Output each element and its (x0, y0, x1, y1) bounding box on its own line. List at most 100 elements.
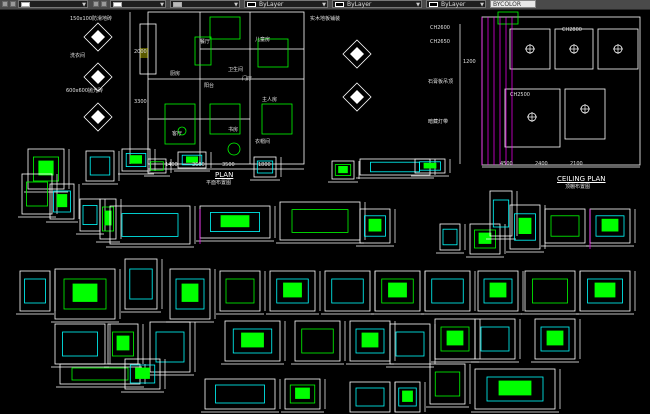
elevation-fill (181, 283, 199, 302)
plan-label: 客厅 (172, 131, 183, 137)
ceiling-label: CH2600 (430, 25, 450, 31)
plan-label: 衣帽间 (255, 139, 271, 145)
elevation-panel (395, 331, 425, 357)
ceiling-plan-subtitle: 顶棚布置图 (565, 184, 591, 190)
elevation-fill (402, 390, 413, 402)
ceiling-label: 石膏板吊顶 (428, 79, 454, 85)
dimension-text: 1200 (463, 59, 476, 65)
plan-label: 实木地板铺装 (310, 16, 341, 22)
elevation-panel (24, 278, 46, 304)
elevation-fill (283, 282, 302, 298)
linetype-dropdown[interactable]: ▼ (170, 0, 240, 8)
elevation-fill (56, 194, 68, 208)
dimension-text: 3300 (134, 99, 147, 105)
linetype-swatch-icon (247, 2, 256, 7)
tile-pattern-icon (91, 110, 105, 124)
layer-combo-1[interactable]: ByLayer ▼ (244, 0, 328, 8)
elevation-panel (355, 387, 385, 407)
plan-label: 主人房 (262, 97, 278, 103)
elevation-panel (291, 209, 349, 233)
dimension-text: 4500 (500, 161, 513, 167)
elevation-panel (26, 181, 48, 207)
chevron-down-icon: ▼ (160, 2, 164, 8)
plot-style-field[interactable]: BYCOLOR (490, 0, 536, 8)
elevation-fill (38, 160, 54, 176)
layer-combo-3-text: ByLayer (441, 1, 466, 8)
layer-dropdown[interactable]: ▼ (18, 0, 88, 8)
elevation-fill (129, 155, 142, 164)
elevation-panel (442, 228, 458, 246)
plant-icon (227, 142, 241, 156)
plan-label: 600x600抛光砖 (66, 88, 104, 94)
plan-label: 厨房 (170, 71, 181, 77)
color-dropdown[interactable]: ▼ (110, 0, 166, 8)
ceiling-label: CH2650 (430, 39, 450, 45)
ceiling-plan-title: CEILING PLAN (557, 175, 606, 183)
plan-label: 阳台 (204, 83, 215, 89)
layer-state-icon[interactable] (2, 1, 8, 7)
elevation-fill (478, 232, 492, 244)
plan-label: 卫生间 (228, 67, 244, 73)
chevron-down-icon: ▼ (322, 2, 326, 8)
layer-previous-icon[interactable] (101, 1, 107, 7)
make-current-icon[interactable] (93, 1, 99, 7)
elevation-panel (225, 278, 255, 304)
sofa-set (164, 103, 196, 145)
drawing-geometry (16, 11, 641, 413)
layer-freeze-icon[interactable] (10, 1, 16, 7)
elevation-panel (480, 326, 510, 352)
dimension-text: 1800 (258, 162, 271, 168)
elevation-panel (370, 161, 420, 173)
dimension-text: 2400 (535, 161, 548, 167)
elevation-fill (446, 330, 464, 346)
layer-color-swatch-icon (21, 2, 30, 7)
elevation-fill (388, 282, 407, 298)
elevation-panel (492, 199, 510, 228)
elevation-fill (72, 283, 98, 302)
linetype-swatch-icon (335, 2, 344, 7)
tile-pattern-icon (91, 30, 105, 44)
elevation-panel (550, 215, 580, 237)
elevation-fill (489, 282, 507, 298)
plan-label: 儿童房 (255, 37, 271, 43)
elevation-fill (220, 215, 250, 228)
tile-pattern-icon (91, 70, 105, 84)
elevation-panel (71, 367, 129, 381)
dimension-text: 2000 (134, 49, 147, 55)
plan-label: 书房 (228, 127, 239, 133)
tile-pattern-icon (350, 47, 364, 61)
elevation-panel (434, 371, 461, 397)
elevation-fill (518, 217, 532, 234)
chevron-down-icon: ▼ (480, 2, 484, 8)
lineweight-swatch-icon (429, 2, 438, 7)
elevation-panel (532, 278, 568, 304)
elevation-fill (546, 330, 564, 346)
elevation-panel (301, 328, 334, 354)
layer-combo-1-text: ByLayer (259, 1, 284, 8)
layer-combo-2[interactable]: ByLayer ▼ (332, 0, 422, 8)
chevron-down-icon: ▼ (82, 2, 86, 8)
layer-combo-2-text: ByLayer (347, 1, 372, 8)
ceiling-label: CH2800 (562, 27, 582, 33)
color-swatch-icon (113, 2, 122, 7)
plan-title: PLAN (215, 171, 234, 179)
elevation-panel (215, 384, 265, 404)
elevation-panel (62, 331, 98, 357)
elevation-fill (135, 367, 150, 379)
cad-drawing[interactable] (0, 9, 650, 414)
dimension-text: 3600 (192, 162, 205, 168)
elevation-fill (295, 387, 310, 399)
ceiling-label: CH2500 (510, 92, 530, 98)
chevron-down-icon: ▼ (416, 2, 420, 8)
elevation-fill (423, 162, 437, 169)
dimension-text: 1400 (165, 162, 178, 168)
bed (261, 103, 293, 135)
ceiling-balcony (497, 11, 519, 25)
dimension-text: 3500 (222, 162, 235, 168)
elevation-fill (601, 218, 619, 232)
elevation-fill (241, 332, 264, 348)
plot-style-text: BYCOLOR (493, 1, 522, 8)
ceiling-label: 暗藏灯带 (428, 119, 449, 125)
layer-combo-3[interactable]: ByLayer ▼ (426, 0, 486, 8)
drawing-canvas[interactable]: PLAN 平面布置图 CEILING PLAN 顶棚布置图 150x100防滑地… (0, 9, 650, 414)
